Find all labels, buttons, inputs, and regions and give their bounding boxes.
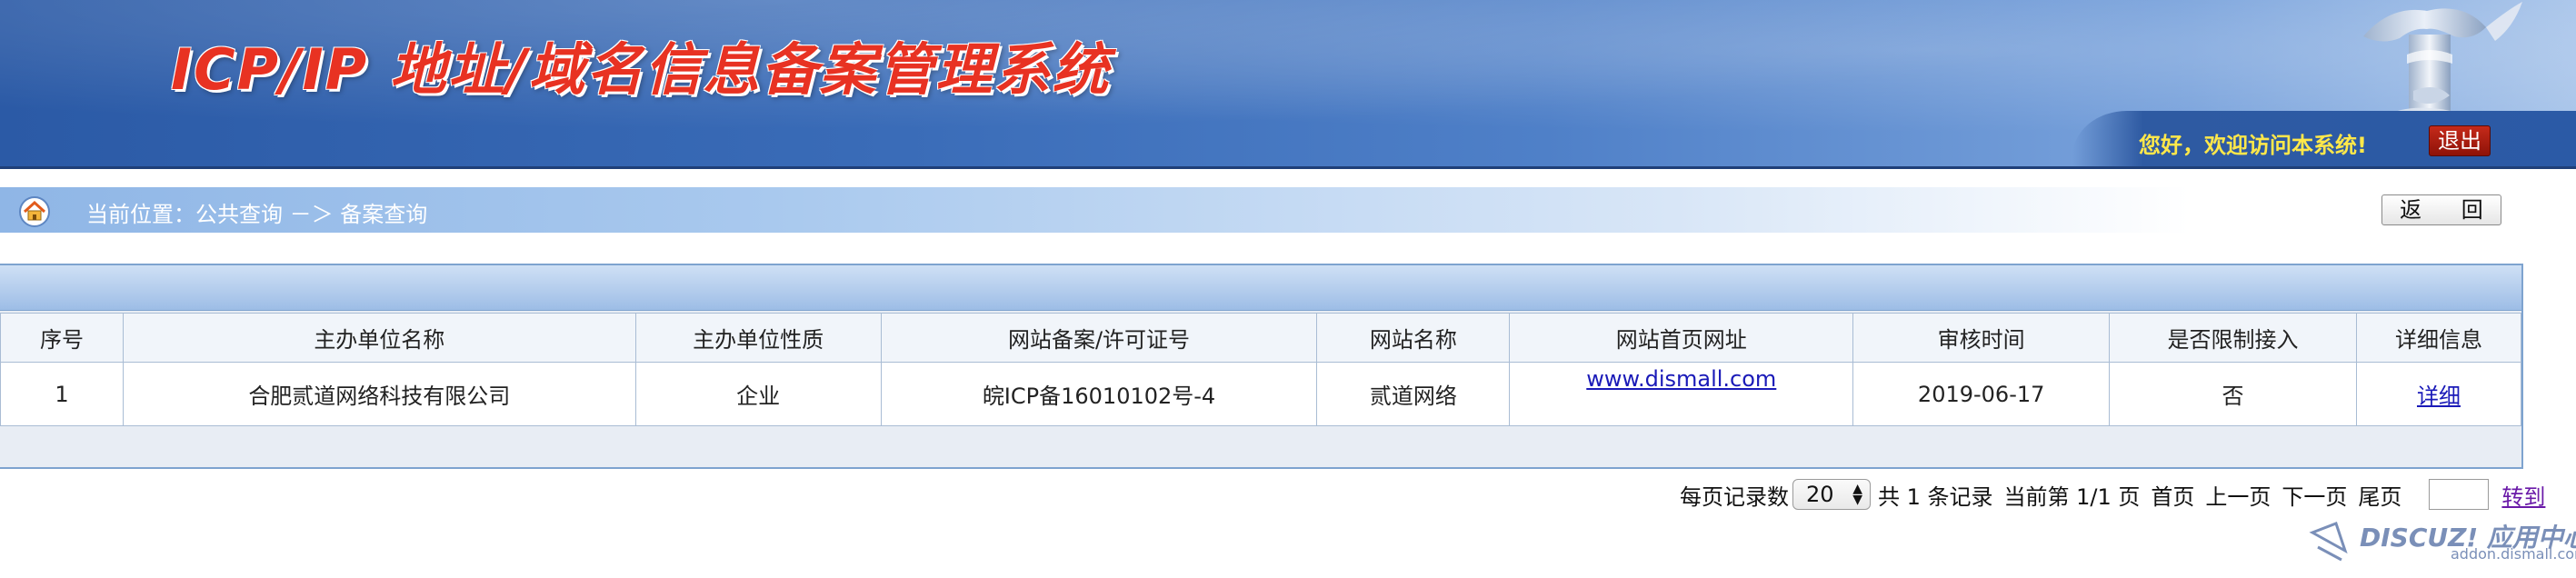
column-header: 是否限制接入 [2109, 313, 2357, 363]
pagination: 每页记录数 20 ▲ ▼ 共 1 条记录 当前第 1/1 页 首页 上一页 下一页… [1680, 478, 2545, 511]
cell-site-name: 贰道网络 [1316, 362, 1511, 426]
first-page-link[interactable]: 首页 [2151, 479, 2194, 511]
column-header: 网站首页网址 [1509, 313, 1854, 363]
select-arrows-icon: ▲ ▼ [1852, 482, 1862, 507]
goto-page-input[interactable] [2429, 479, 2490, 510]
goto-page-link[interactable]: 转到 [2501, 479, 2545, 511]
breadcrumb-text: 当前位置：公共查询 －＞ 备案查询 [86, 202, 428, 227]
breadcrumb: 当前位置：公共查询 －＞ 备案查询 [0, 187, 2576, 233]
watermark-url: addon.dismall.com [2451, 545, 2576, 563]
column-header: 主办单位名称 [122, 313, 636, 363]
column-header: 审核时间 [1852, 313, 2111, 363]
per-page-label: 每页记录数 [1680, 483, 1789, 510]
column-header: 主办单位性质 [634, 313, 882, 363]
records-panel: 序号 主办单位名称 主办单位性质 网站备案/许可证号 网站名称 网站首页网址 审… [0, 264, 2523, 469]
last-page-link[interactable]: 尾页 [2358, 479, 2401, 511]
cell-index: 1 [0, 362, 124, 426]
table-row: 1 合肥贰道网络科技有限公司 企业 皖ICP备16010102号-4 贰道网络 … [0, 362, 2521, 426]
column-header: 网站名称 [1316, 313, 1511, 363]
prev-page-link[interactable]: 上一页 [2205, 479, 2271, 511]
cell-organizer-name: 合肥贰道网络科技有限公司 [122, 362, 636, 426]
panel-header-bar [0, 265, 2521, 311]
cell-organizer-type: 企业 [634, 362, 882, 426]
site-url-link[interactable]: www.dismall.com [1586, 366, 1776, 392]
cell-license-number: 皖ICP备16010102号-4 [880, 362, 1318, 426]
total-records: 共 1 条记录 [1878, 483, 1993, 510]
details-link[interactable]: 详细 [2417, 384, 2461, 409]
column-header: 网站备案/许可证号 [880, 313, 1318, 363]
cell-details: 详细 [2356, 362, 2521, 426]
back-button[interactable]: 返 回 [2381, 194, 2501, 225]
next-page-link[interactable]: 下一页 [2281, 479, 2347, 511]
system-title: ICP/IP 地址/域名信息备案管理系统 [171, 36, 1111, 103]
per-page-value: 20 [1806, 482, 1834, 507]
home-icon[interactable] [16, 194, 53, 227]
cell-review-date: 2019-06-17 [1852, 362, 2111, 426]
column-header: 序号 [0, 313, 124, 363]
welcome-message: 您好，欢迎访问本系统! [2139, 133, 2367, 158]
table-header-row: 序号 主办单位名称 主办单位性质 网站备案/许可证号 网站名称 网站首页网址 审… [0, 313, 2521, 363]
current-page: 当前第 1/1 页 [2003, 483, 2141, 510]
logout-button[interactable]: 退出 [2429, 125, 2491, 156]
records-table: 序号 主办单位名称 主办单位性质 网站备案/许可证号 网站名称 网站首页网址 审… [0, 313, 2521, 426]
per-page-select[interactable]: 20 ▲ ▼ [1792, 479, 1871, 510]
column-header: 详细信息 [2356, 313, 2521, 363]
page-header: ICP/IP 地址/域名信息备案管理系统 您好，欢迎访问本系统! 退出 [0, 0, 2576, 169]
cell-restricted: 否 [2109, 362, 2357, 426]
cell-site-url: www.dismall.com [1509, 362, 1854, 426]
